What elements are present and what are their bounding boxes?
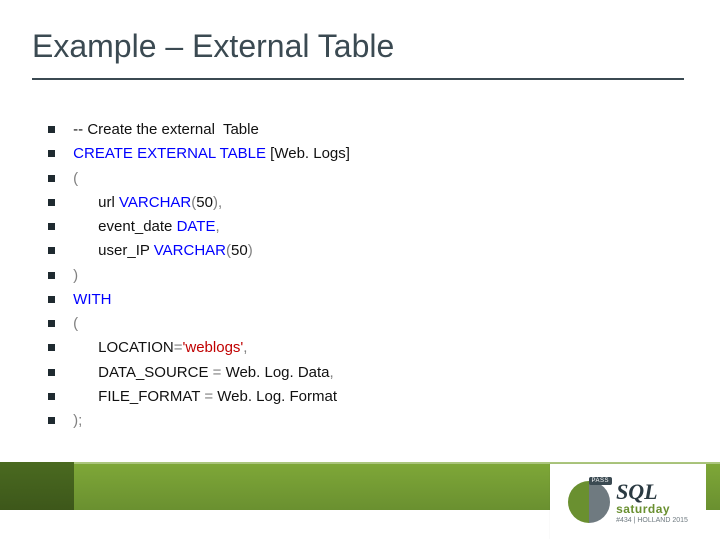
bullet-icon [48,126,55,133]
logo-icon: PASS [568,481,610,523]
code-text: url VARCHAR(50), [69,193,222,213]
code-text: FILE_FORMAT = Web. Log. Format [69,387,337,407]
code-text: CREATE EXTERNAL TABLE [Web. Logs] [69,144,350,164]
code-text: event_date DATE, [69,217,220,237]
code-line: event_date DATE, [48,217,668,237]
code-text: ) [69,266,78,286]
code-text: DATA_SOURCE = Web. Log. Data, [69,363,334,383]
code-text: ); [69,411,82,431]
logo-badge: PASS [589,477,613,485]
slide-title: Example – External Table [32,28,394,65]
bullet-icon [48,369,55,376]
code-text: LOCATION='weblogs', [69,338,247,358]
code-line: LOCATION='weblogs', [48,338,668,358]
logo-line1: SQL [616,481,688,503]
code-line: user_IP VARCHAR(50) [48,241,668,261]
bullet-icon [48,247,55,254]
footer-accent [0,462,74,510]
logo-text: SQL saturday #434 | HOLLAND 2015 [616,481,688,524]
code-line: ( [48,169,668,189]
logo-line2: saturday [616,503,688,515]
bullet-icon [48,344,55,351]
code-line: url VARCHAR(50), [48,193,668,213]
bullet-icon [48,199,55,206]
slide: Example – External Table -- Create the e… [0,0,720,540]
logo-subtext: #434 | HOLLAND 2015 [616,517,688,524]
bullet-icon [48,223,55,230]
code-text: user_IP VARCHAR(50) [69,241,253,261]
logo-box: PASS SQL saturday #434 | HOLLAND 2015 [550,464,706,540]
bullet-icon [48,393,55,400]
bullet-icon [48,150,55,157]
code-line: WITH [48,290,668,310]
bullet-icon [48,320,55,327]
code-line: DATA_SOURCE = Web. Log. Data, [48,363,668,383]
bullet-icon [48,417,55,424]
bullet-icon [48,175,55,182]
code-text: WITH [69,290,112,310]
code-line: ) [48,266,668,286]
code-line: ); [48,411,668,431]
title-rule [32,78,684,80]
bullet-icon [48,296,55,303]
code-line: ( [48,314,668,334]
bullet-icon [48,272,55,279]
code-text: ( [69,169,78,189]
code-block: -- Create the external Table CREATE EXTE… [48,120,668,435]
code-text: -- Create the external Table [69,120,259,140]
code-line: -- Create the external Table [48,120,668,140]
code-line: FILE_FORMAT = Web. Log. Format [48,387,668,407]
code-line: CREATE EXTERNAL TABLE [Web. Logs] [48,144,668,164]
code-text: ( [69,314,78,334]
